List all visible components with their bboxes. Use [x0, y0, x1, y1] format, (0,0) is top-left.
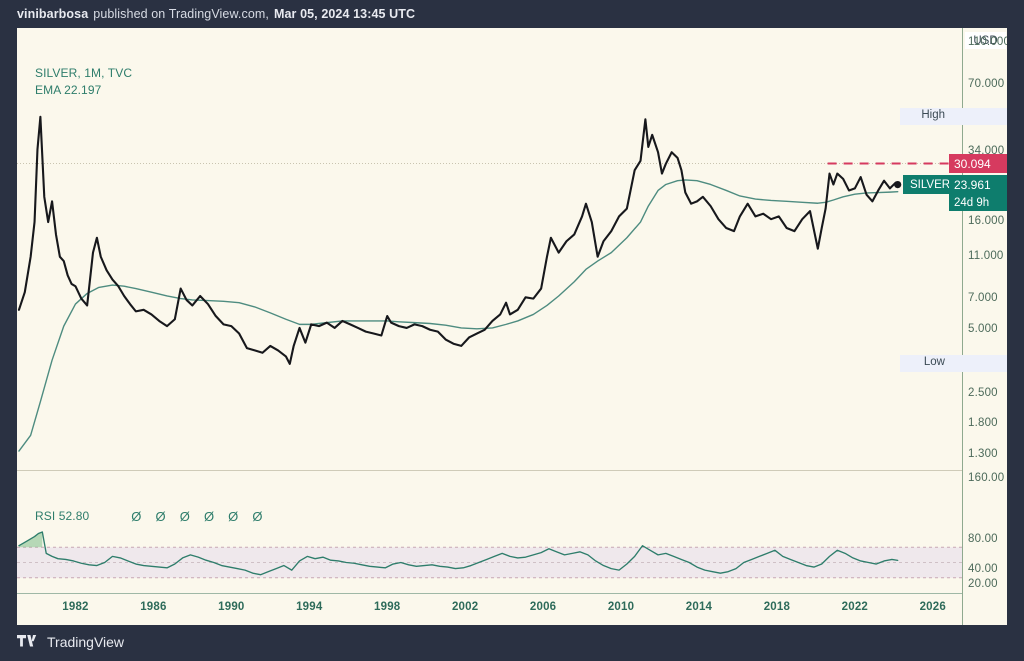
time-axis[interactable]: 1982 1986 1990 1994 1998 2002 2006 2010 2014 2018… — [17, 594, 962, 625]
no-entry-icon-1[interactable]: Ø — [156, 508, 166, 525]
time-tick-2010: 2010 — [607, 601, 635, 613]
price-tick-70.000: 70.000 — [968, 78, 1005, 91]
tradingview-brand-text: TradingView — [47, 634, 125, 650]
time-tick-2022: 2022 — [841, 601, 869, 613]
time-tick-2006: 2006 — [529, 601, 557, 613]
last-price-badge[interactable]: 23.961 — [949, 175, 1007, 195]
low-tag-label: Low — [923, 356, 945, 369]
price-tick-1.800: 1.800 — [968, 417, 998, 430]
bar-countdown-value: 24d 9h — [954, 196, 990, 209]
price-pane[interactable] — [17, 28, 962, 470]
no-entry-icon-4[interactable]: Ø — [228, 508, 238, 525]
price-tick-7.000: 7.000 — [968, 291, 998, 304]
footer: TradingView — [17, 628, 124, 656]
time-tick-1998: 1998 — [374, 601, 401, 613]
alert-price-badge[interactable]: 30.094 — [949, 154, 1007, 174]
rsi-icon-group: ØØØØØØ — [131, 508, 262, 525]
rsi-tick-80.00: 80.00 — [968, 532, 998, 545]
attribution-bar: vinibarbosa published on TradingView.com… — [0, 0, 1024, 28]
rsi-tick-40.00: 40.00 — [968, 563, 998, 576]
rsi-legend: RSI 52.80 ØØØØØØ — [35, 508, 263, 525]
price-tick-16.000: 16.000 — [968, 215, 1005, 228]
time-tick-2026: 2026 — [919, 601, 946, 613]
published-datetime: Mar 05, 2024 13:45 UTC — [273, 7, 416, 21]
symbol-legend-line[interactable]: SILVER, 1M, TVC — [35, 65, 132, 82]
time-tick-1982: 1982 — [62, 601, 89, 613]
price-legend: SILVER, 1M, TVC EMA 22.197 — [35, 65, 132, 99]
price-tick-2.500: 2.500 — [968, 386, 998, 399]
price-tick-5.000: 5.000 — [968, 322, 998, 335]
no-entry-icon-3[interactable]: Ø — [204, 508, 214, 525]
time-tick-2018: 2018 — [763, 601, 791, 613]
published-text: published on TradingView.com, — [93, 7, 269, 21]
rsi-tick-160.00: 160.00 — [968, 471, 1005, 484]
rsi-tick-20.00: 20.00 — [968, 578, 998, 591]
time-tick-1990: 1990 — [218, 601, 245, 613]
time-tick-2014: 2014 — [685, 601, 713, 613]
no-entry-icon-5[interactable]: Ø — [252, 508, 262, 525]
bar-countdown-badge[interactable]: 24d 9h — [949, 194, 1007, 212]
price-tick-110.000: 110.000 — [968, 36, 1007, 49]
screenshot-root: vinibarbosa published on TradingView.com… — [0, 0, 1024, 661]
price-plot — [17, 115, 962, 452]
no-entry-icon-0[interactable]: Ø — [131, 508, 141, 525]
ema-legend-line[interactable]: EMA 22.197 — [35, 82, 132, 99]
rsi-legend-label[interactable]: RSI 52.80 — [35, 508, 89, 525]
alert-price-value: 30.094 — [954, 156, 991, 171]
time-tick-2002: 2002 — [451, 601, 479, 613]
price-tick-1.300: 1.300 — [968, 447, 998, 460]
time-tick-1994: 1994 — [296, 601, 323, 613]
rsi-band — [17, 547, 962, 578]
author-name: vinibarbosa — [17, 7, 89, 21]
high-tag-label: High — [921, 109, 945, 122]
symbol-name-text: SILVER — [910, 178, 951, 191]
tradingview-logo-icon — [17, 635, 39, 649]
time-tick-1986: 1986 — [140, 601, 167, 613]
no-entry-icon-2[interactable]: Ø — [180, 508, 190, 525]
ema-line — [18, 179, 899, 452]
rsi-plot — [17, 531, 962, 579]
price-tick-11.000: 11.000 — [968, 249, 1004, 262]
rsi-pane[interactable] — [17, 471, 962, 593]
last-price-dot — [894, 181, 902, 189]
last-price-value: 23.961 — [954, 177, 991, 192]
chart-frame: 1982 1986 1990 1994 1998 2002 2006 2010 2014 2018… — [17, 28, 1007, 625]
